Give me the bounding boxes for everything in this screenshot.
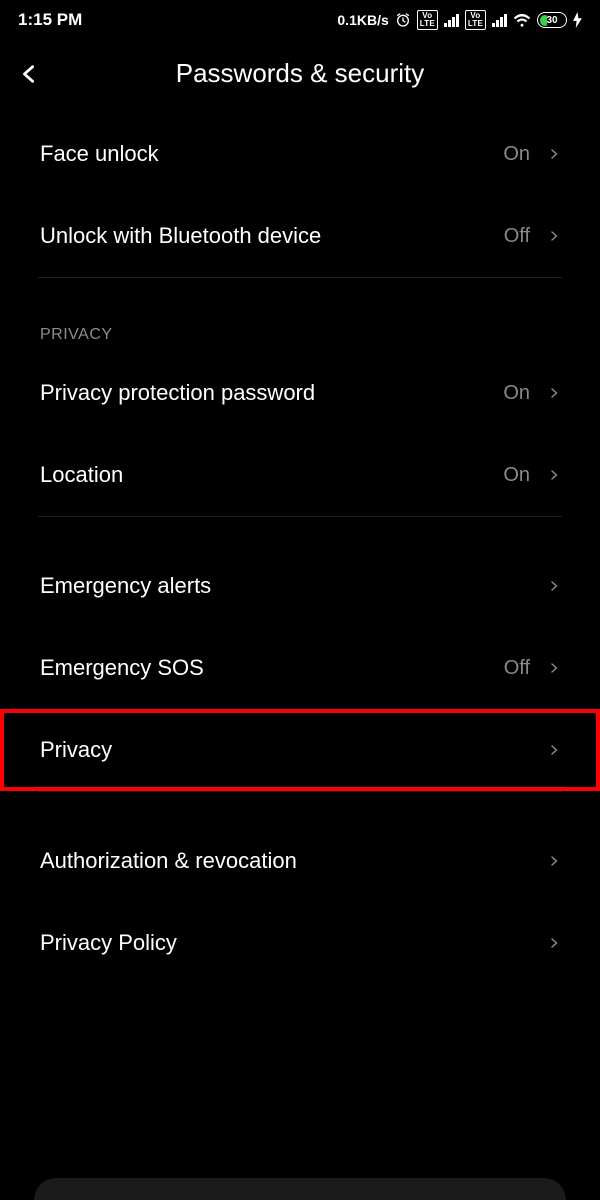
chevron-right-icon <box>548 144 560 164</box>
row-value: Off <box>504 225 530 248</box>
row-privacy-policy[interactable]: Privacy Policy <box>0 902 600 984</box>
header: Passwords & security <box>0 40 600 113</box>
status-netspeed: 0.1KB/s <box>337 12 388 28</box>
section-title-privacy: PRIVACY <box>0 278 600 352</box>
chevron-right-icon <box>548 658 560 678</box>
status-bar: 1:15 PM 0.1KB/s VoLTE VoLTE 30 <box>0 0 600 40</box>
chevron-right-icon <box>548 226 560 246</box>
wifi-icon <box>513 13 531 27</box>
status-right: 0.1KB/s VoLTE VoLTE 30 <box>337 10 582 30</box>
row-value: Off <box>504 657 530 680</box>
row-label: Privacy <box>40 737 530 763</box>
bottom-sheet-handle <box>34 1178 566 1200</box>
charging-icon <box>573 12 582 28</box>
row-unlock-bluetooth[interactable]: Unlock with Bluetooth device Off <box>0 195 600 277</box>
signal-icon-2 <box>492 13 507 27</box>
row-privacy-protection-password[interactable]: Privacy protection password On <box>0 352 600 434</box>
row-privacy[interactable]: Privacy <box>0 709 600 791</box>
row-label: Unlock with Bluetooth device <box>40 223 504 249</box>
row-label: Emergency alerts <box>40 573 530 599</box>
volte-icon-2: VoLTE <box>465 10 486 30</box>
chevron-right-icon <box>548 851 560 871</box>
row-face-unlock[interactable]: Face unlock On <box>0 113 600 195</box>
row-location[interactable]: Location On <box>0 434 600 516</box>
row-label: Privacy protection password <box>40 380 503 406</box>
row-emergency-sos[interactable]: Emergency SOS Off <box>0 627 600 709</box>
status-time: 1:15 PM <box>18 10 82 30</box>
battery-icon: 30 <box>537 12 567 28</box>
chevron-right-icon <box>548 933 560 953</box>
row-label: Emergency SOS <box>40 655 504 681</box>
row-label: Privacy Policy <box>40 930 530 956</box>
row-value: On <box>503 382 530 405</box>
chevron-right-icon <box>548 465 560 485</box>
row-authorization-revocation[interactable]: Authorization & revocation <box>0 820 600 902</box>
row-emergency-alerts[interactable]: Emergency alerts <box>0 545 600 627</box>
alarm-icon <box>395 12 411 28</box>
chevron-right-icon <box>548 740 560 760</box>
row-label: Authorization & revocation <box>40 848 530 874</box>
page-title: Passwords & security <box>18 58 582 89</box>
row-value: On <box>503 143 530 166</box>
chevron-right-icon <box>548 383 560 403</box>
signal-icon-1 <box>444 13 459 27</box>
row-label: Location <box>40 462 503 488</box>
row-value: On <box>503 464 530 487</box>
row-label: Face unlock <box>40 141 503 167</box>
volte-icon-1: VoLTE <box>417 10 438 30</box>
chevron-right-icon <box>548 576 560 596</box>
